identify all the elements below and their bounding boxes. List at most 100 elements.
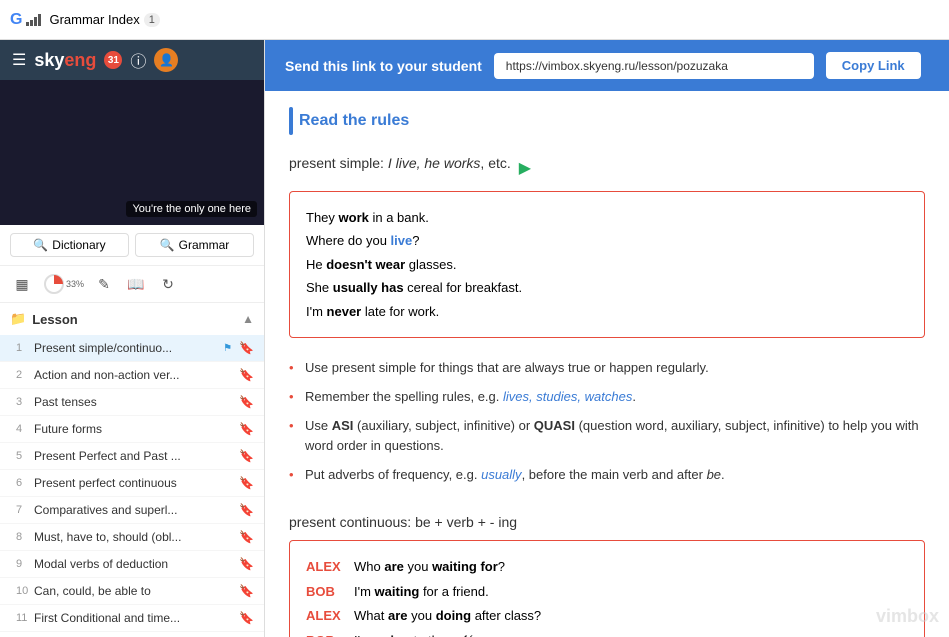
lesson-bookmark-icon: 🔖	[239, 530, 254, 544]
lesson-number: 9	[16, 558, 34, 570]
lesson-header-label: Lesson	[32, 312, 78, 327]
dialogue-text-4: I'm going to the café.	[354, 629, 478, 637]
lesson-name: Present simple/continuo...	[34, 341, 223, 355]
lesson-name: Modal verbs of deduction	[34, 557, 235, 571]
lesson-number: 1	[16, 342, 34, 354]
dialogue-box: ALEX Who are you waiting for? BOB I'm wa…	[289, 540, 925, 637]
lesson-item[interactable]: 3 Past tenses 🔖	[0, 389, 264, 416]
example-2: Where do you live?	[306, 229, 908, 252]
lesson-header[interactable]: 📁 Lesson ▲	[0, 303, 264, 335]
toolbar: ▦ 33% ✎ 📖 ↻	[0, 266, 264, 303]
send-link-text: Send this link to your student	[285, 58, 482, 74]
lesson-item[interactable]: 5 Present Perfect and Past ... 🔖	[0, 443, 264, 470]
tab-label: Grammar Index	[49, 12, 139, 27]
present-simple-section: present simple: I live, he works, etc. ▶…	[289, 155, 925, 490]
lesson-number: 5	[16, 450, 34, 462]
present-continuous-section: present continuous: be + verb + - ing AL…	[289, 514, 925, 637]
lesson-name: Past tenses	[34, 395, 235, 409]
lesson-bookmark-icon: 🔖	[239, 422, 254, 436]
vimbox-watermark: vimbox	[876, 606, 939, 627]
grammar-button[interactable]: 🔍 Grammar	[135, 233, 254, 257]
lesson-name: Action and non-action ver...	[34, 368, 235, 382]
lesson-name: Present Perfect and Past ...	[34, 449, 235, 463]
speaker-bob-2: BOB	[306, 629, 342, 637]
only-one-label: You're the only one here	[126, 201, 257, 217]
lesson-bookmark-icon: 🔖	[239, 557, 254, 571]
dictionary-button[interactable]: 🔍 Dictionary	[10, 233, 129, 257]
browser-tab-bar: G Grammar Index 1	[0, 0, 949, 40]
pie-chart-icon[interactable]	[42, 272, 66, 296]
lesson-item[interactable]: 12 Second Conditional 🔖	[0, 632, 264, 637]
example-1: They work in a bank.	[306, 206, 908, 229]
tab-count-badge: 1	[144, 13, 160, 27]
lesson-name: Can, could, be able to	[34, 584, 235, 598]
lesson-name: Must, have to, should (obl...	[34, 530, 235, 544]
lesson-bookmark-icon: 🔖	[239, 503, 254, 517]
dialogue-row-3: ALEX What are you doing after class?	[306, 604, 908, 629]
lesson-item[interactable]: 10 Can, could, be able to 🔖	[0, 578, 264, 605]
lesson-item[interactable]: 7 Comparatives and superl... 🔖	[0, 497, 264, 524]
lesson-number: 4	[16, 423, 34, 435]
dialogue-text-1: Who are you waiting for?	[354, 555, 505, 580]
sidebar-header: ☰ skyeng 31 ⓘ 👤	[0, 40, 264, 80]
dialogue-text-3: What are you doing after class?	[354, 604, 541, 629]
content-scroll[interactable]: Read the rules present simple: I live, h…	[265, 91, 949, 637]
dictionary-label: Dictionary	[52, 238, 105, 252]
search-bar: 🔍 Dictionary 🔍 Grammar	[0, 225, 264, 266]
user-avatar[interactable]: 👤	[154, 48, 178, 72]
lesson-item[interactable]: 9 Modal verbs of deduction 🔖	[0, 551, 264, 578]
read-rules-text: Read the rules	[299, 112, 409, 130]
hamburger-icon[interactable]: ☰	[12, 50, 26, 70]
lesson-bookmark-icon: 🔖	[239, 584, 254, 598]
present-simple-title: present simple: I live, he works, etc.	[289, 155, 511, 171]
refresh-icon[interactable]: ↻	[156, 272, 180, 296]
edit-icon[interactable]: ✎	[92, 272, 116, 296]
lesson-number: 11	[16, 612, 34, 624]
lesson-item[interactable]: 1 Present simple/continuo... ⚑ 🔖	[0, 335, 264, 362]
lesson-bookmark-icon: 🔖	[239, 449, 254, 463]
lesson-number: 3	[16, 396, 34, 408]
progress-pct-label: 33%	[66, 279, 84, 289]
signal-bars	[26, 14, 41, 26]
notification-badge[interactable]: 31	[104, 51, 122, 69]
lesson-bookmark-icon: 🔖	[239, 611, 254, 625]
lesson-section: 📁 Lesson ▲ 1 Present simple/continuo... …	[0, 303, 264, 637]
lesson-number: 7	[16, 504, 34, 516]
copy-link-button[interactable]: Copy Link	[826, 52, 921, 79]
video-area: You're the only one here	[0, 80, 265, 225]
bullet-2: Remember the spelling rules, e.g. lives,…	[289, 383, 925, 412]
help-icon[interactable]: ⓘ	[130, 48, 146, 72]
lesson-name: First Conditional and time...	[34, 611, 235, 625]
link-url-display: https://vimbox.skyeng.ru/lesson/pozuzaka	[494, 53, 814, 79]
lesson-number: 10	[16, 585, 34, 597]
bullet-4: Put adverbs of frequency, e.g. usually, …	[289, 461, 925, 490]
present-simple-examples: They work in a bank. Where do you live? …	[289, 191, 925, 338]
lesson-name: Present perfect continuous	[34, 476, 235, 490]
example-3: He doesn't wear glasses.	[306, 253, 908, 276]
lesson-item[interactable]: 4 Future forms 🔖	[0, 416, 264, 443]
lesson-number: 8	[16, 531, 34, 543]
speaker-alex-1: ALEX	[306, 555, 342, 580]
lesson-item[interactable]: 11 First Conditional and time... 🔖	[0, 605, 264, 632]
lesson-bookmark-icon: 🔖	[239, 368, 254, 382]
link-banner: Send this link to your student https://v…	[265, 40, 949, 91]
dialogue-row-1: ALEX Who are you waiting for?	[306, 555, 908, 580]
search-icon: 🔍	[33, 238, 48, 252]
grammar-search-icon: 🔍	[160, 238, 175, 252]
lesson-name: Future forms	[34, 422, 235, 436]
lesson-item[interactable]: 6 Present perfect continuous 🔖	[0, 470, 264, 497]
copy-icon[interactable]: ▦	[10, 272, 34, 296]
dialogue-row-2: BOB I'm waiting for a friend.	[306, 580, 908, 605]
lesson-item[interactable]: 8 Must, have to, should (obl... 🔖	[0, 524, 264, 551]
lesson-list: 1 Present simple/continuo... ⚑ 🔖 2 Actio…	[0, 335, 264, 637]
content-area: Send this link to your student https://v…	[265, 40, 949, 637]
chevron-up-icon: ▲	[242, 312, 254, 326]
brand-logo: skyeng	[34, 50, 96, 71]
folder-icon: 📁	[10, 311, 26, 327]
example-4: She usually has cereal for breakfast.	[306, 276, 908, 299]
lesson-item[interactable]: 2 Action and non-action ver... 🔖	[0, 362, 264, 389]
example-5: I'm never late for work.	[306, 300, 908, 323]
book-icon[interactable]: 📖	[124, 272, 148, 296]
speaker-bob-1: BOB	[306, 580, 342, 605]
cursor-pointer-icon: ▶	[519, 158, 531, 178]
